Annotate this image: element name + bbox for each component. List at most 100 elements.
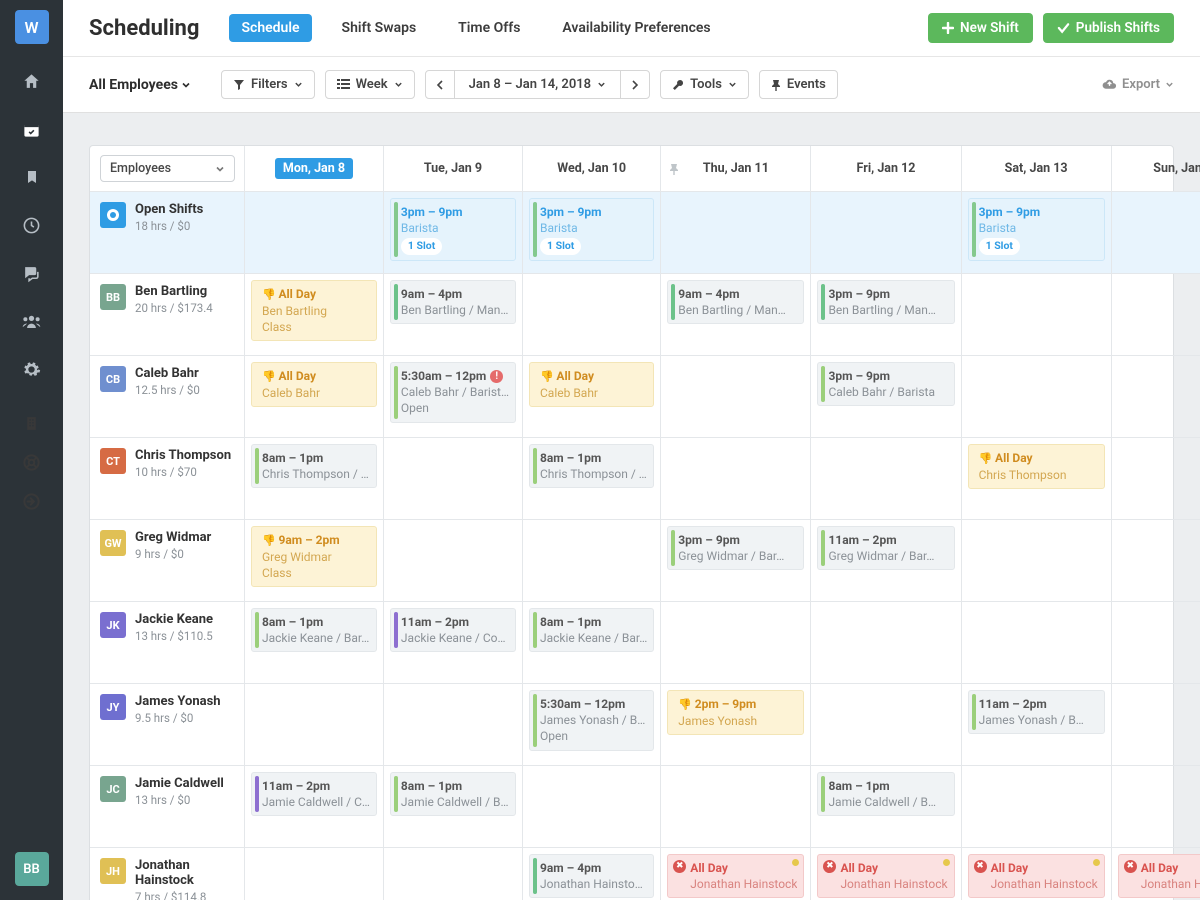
schedule-cell[interactable]: 3pm – 9pmBarista1 Slot (384, 192, 523, 274)
shift-card[interactable]: All DayChris Thompson (968, 444, 1105, 489)
team-icon[interactable] (0, 308, 63, 334)
employee-row-header[interactable]: JYJames Yonash9.5 hrs / $0 (90, 684, 245, 766)
clock-icon[interactable] (0, 212, 63, 238)
employees-dropdown[interactable]: Employees (100, 155, 235, 182)
schedule-cell[interactable]: 3pm – 9pmBarista1 Slot (962, 192, 1112, 274)
schedule-cell[interactable] (661, 356, 811, 438)
schedule-cell[interactable] (523, 520, 661, 602)
shift-card[interactable]: 5:30am – 12pm!Caleb Bahr / Barist…Open (390, 362, 516, 423)
prev-week-button[interactable] (425, 70, 455, 99)
day-header[interactable]: Thu, Jan 11 (661, 146, 811, 192)
employee-row-header[interactable]: CTChris Thompson10 hrs / $70 (90, 438, 245, 520)
shift-card[interactable]: 3pm – 9pmBarista1 Slot (390, 198, 516, 261)
schedule-cell[interactable] (811, 684, 961, 766)
shift-card[interactable]: 8am – 1pmJackie Keane / Bar… (529, 608, 654, 652)
schedule-cell[interactable] (962, 356, 1112, 438)
events-button[interactable]: Events (759, 70, 838, 99)
schedule-cell[interactable] (1112, 192, 1200, 274)
schedule-cell[interactable] (1112, 274, 1200, 356)
schedule-cell[interactable]: All DayJonathan Hainstock (1112, 848, 1200, 900)
schedule-cell[interactable]: 11am – 2pmGreg Widmar / Bar… (811, 520, 961, 602)
shift-card[interactable]: All DayJonathan Hainstock (817, 854, 954, 898)
employee-row-header[interactable]: JHJonathan Hainstock7 hrs / $114.8 (90, 848, 245, 900)
schedule-cell[interactable] (962, 766, 1112, 848)
employee-row-header[interactable]: GWGreg Widmar9 hrs / $0 (90, 520, 245, 602)
schedule-cell[interactable] (1112, 684, 1200, 766)
schedule-cell[interactable] (523, 274, 661, 356)
schedule-cell[interactable]: 8am – 1pmJackie Keane / Bar… (245, 602, 384, 684)
view-button[interactable]: Week (325, 70, 415, 99)
shift-card[interactable]: All DayJonathan Hainstock (968, 854, 1105, 898)
schedule-cell[interactable]: 3pm – 9pmBen Bartling / Man… (811, 274, 961, 356)
schedule-cell[interactable]: 9am – 4pmJonathan Hainsto… (523, 848, 661, 900)
tab-shift-swaps[interactable]: Shift Swaps (330, 14, 429, 42)
schedule-cell[interactable]: All DayCaleb Bahr (523, 356, 661, 438)
shift-card[interactable]: 9am – 4pmBen Bartling / Man… (390, 280, 516, 324)
export-button[interactable]: Export (1102, 77, 1174, 92)
chat-icon[interactable] (0, 260, 63, 286)
day-header[interactable]: Mon, Jan 8 (245, 146, 384, 192)
schedule-cell[interactable] (1112, 438, 1200, 520)
shift-card[interactable]: 3pm – 9pmBen Bartling / Man… (817, 280, 954, 324)
schedule-cell[interactable] (811, 438, 961, 520)
schedule-cell[interactable] (384, 848, 523, 900)
shift-card[interactable]: 3pm – 9pmBarista1 Slot (529, 198, 654, 261)
schedule-cell[interactable]: 9am – 4pmBen Bartling / Man… (661, 274, 811, 356)
shift-card[interactable]: 11am – 2pmJames Yonash / B… (968, 690, 1105, 734)
tab-schedule[interactable]: Schedule (229, 14, 311, 42)
employee-row-header[interactable]: JCJamie Caldwell13 hrs / $0 (90, 766, 245, 848)
schedule-cell[interactable] (523, 766, 661, 848)
employee-row-header[interactable]: CBCaleb Bahr12.5 hrs / $0 (90, 356, 245, 438)
filters-button[interactable]: Filters (221, 70, 315, 99)
schedule-cell[interactable] (245, 848, 384, 900)
schedule-cell[interactable]: 11am – 2pmJackie Keane / Co… (384, 602, 523, 684)
schedule-cell[interactable] (811, 602, 961, 684)
day-header[interactable]: Wed, Jan 10 (523, 146, 661, 192)
day-header[interactable]: Tue, Jan 9 (384, 146, 523, 192)
settings-icon[interactable] (0, 356, 63, 382)
schedule-cell[interactable] (661, 602, 811, 684)
schedule-cell[interactable]: All DayJonathan Hainstock (962, 848, 1112, 900)
employee-row-header[interactable]: JKJackie Keane13 hrs / $110.5 (90, 602, 245, 684)
shift-card[interactable]: All DayBen BartlingClass (251, 280, 377, 341)
tab-time-offs[interactable]: Time Offs (446, 14, 532, 42)
tools-button[interactable]: Tools (660, 70, 749, 99)
schedule-cell[interactable] (661, 438, 811, 520)
shift-card[interactable]: 11am – 2pmGreg Widmar / Bar… (817, 526, 954, 570)
schedule-cell[interactable]: 8am – 1pmJackie Keane / Bar… (523, 602, 661, 684)
employee-row-header[interactable]: BBBen Bartling20 hrs / $173.4 (90, 274, 245, 356)
schedule-cell[interactable]: 5:30am – 12pm!Caleb Bahr / Barist…Open (384, 356, 523, 438)
employee-filter[interactable]: All Employees (89, 77, 191, 93)
shift-card[interactable]: All DayCaleb Bahr (529, 362, 654, 407)
schedule-cell[interactable] (962, 602, 1112, 684)
schedule-cell[interactable] (384, 684, 523, 766)
schedule-cell[interactable]: 8am – 1pmJamie Caldwell / B… (384, 766, 523, 848)
help-icon[interactable] (22, 453, 41, 472)
schedule-cell[interactable]: All DayBen BartlingClass (245, 274, 384, 356)
schedule-cell[interactable]: 2pm – 9pmJames Yonash (661, 684, 811, 766)
schedule-cell[interactable] (661, 766, 811, 848)
schedule-cell[interactable] (384, 438, 523, 520)
date-range-button[interactable]: Jan 8 – Jan 14, 2018 (454, 70, 621, 99)
shift-card[interactable]: 3pm – 9pmCaleb Bahr / Barista (817, 362, 954, 406)
user-avatar[interactable]: BB (15, 852, 49, 886)
schedule-cell[interactable]: 3pm – 9pmBarista1 Slot (523, 192, 661, 274)
day-header[interactable]: Sun, Jan 14 (1112, 146, 1200, 192)
schedule-cell[interactable] (384, 520, 523, 602)
schedule-cell[interactable]: 9am – 2pmGreg WidmarClass (245, 520, 384, 602)
schedule-cell[interactable]: All DayCaleb Bahr (245, 356, 384, 438)
shift-card[interactable]: 8am – 1pmChris Thompson / … (529, 444, 654, 488)
shift-card[interactable]: 2pm – 9pmJames Yonash (667, 690, 804, 735)
shift-card[interactable]: 9am – 2pmGreg WidmarClass (251, 526, 377, 587)
schedule-cell[interactable]: 11am – 2pmJames Yonash / B… (962, 684, 1112, 766)
shift-card[interactable]: 8am – 1pmJamie Caldwell / B… (390, 772, 516, 816)
schedule-cell[interactable] (1112, 356, 1200, 438)
schedule-cell[interactable]: All DayChris Thompson (962, 438, 1112, 520)
schedule-cell[interactable]: 3pm – 9pmCaleb Bahr / Barista (811, 356, 961, 438)
shift-card[interactable]: 8am – 1pmChris Thompson / … (251, 444, 377, 488)
shift-card[interactable]: 8am – 1pmJamie Caldwell / B… (817, 772, 954, 816)
shift-card[interactable]: All DayCaleb Bahr (251, 362, 377, 407)
schedule-cell[interactable]: 8am – 1pmChris Thompson / … (245, 438, 384, 520)
schedule-cell[interactable]: 5:30am – 12pmJames Yonash / B…Open (523, 684, 661, 766)
schedule-cell[interactable] (811, 192, 961, 274)
